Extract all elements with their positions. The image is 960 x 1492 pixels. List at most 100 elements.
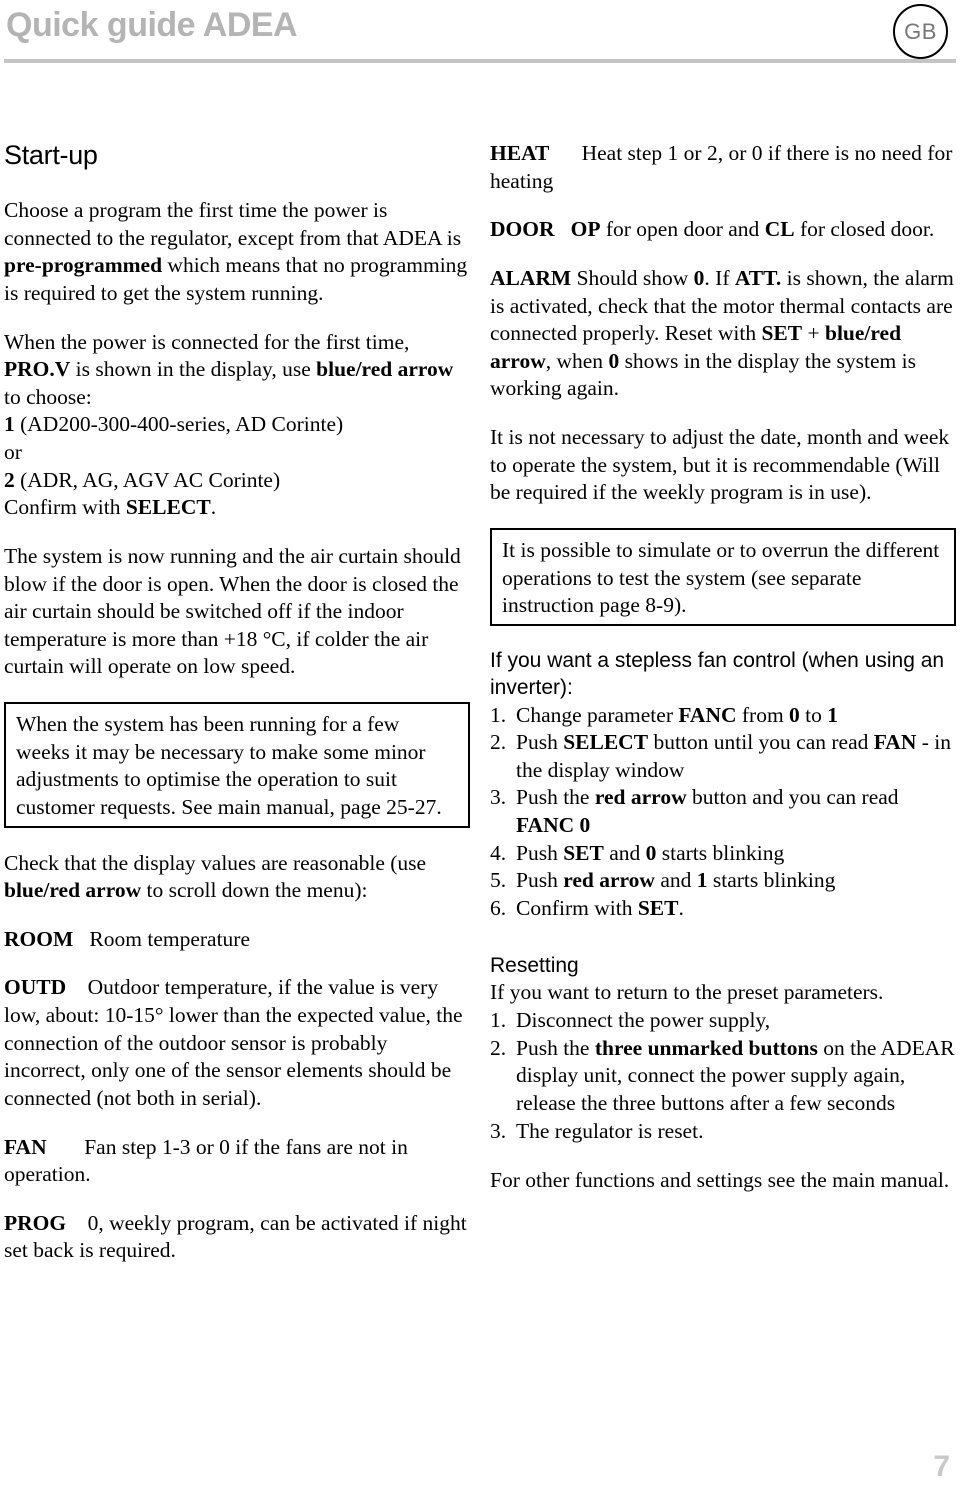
step-bold-part: 1 [696, 868, 708, 893]
step-text-part: Push [516, 868, 564, 893]
parameter-outd-description: Outdoor temperature, if the value is ver… [4, 975, 463, 1110]
step-bold-part: SET [637, 895, 679, 920]
page-header: Quick guide ADEA GB [0, 0, 960, 70]
intro-bold-1: pre-programmed [4, 253, 163, 278]
alarm-text-5: , when [545, 348, 609, 373]
list-item: 3. The regulator is reset. [490, 1118, 956, 1146]
step-bold-part: SET [563, 840, 604, 865]
subsection-heading-stepless-fan: If you want a stepless fan control (when… [490, 648, 945, 699]
step-text-part: from [736, 702, 790, 727]
intro-paragraph: Choose a program the first time the powe… [4, 197, 470, 308]
option-1-line: 1 (AD200-300-400-series, AD Corinte) [4, 411, 470, 439]
step-bold-part: 0 [789, 702, 800, 727]
parameter-room: ROOM Room temperature [4, 926, 470, 954]
parameter-heat-code: HEAT [490, 141, 550, 165]
parameter-fan-description: Fan step 1-3 or 0 if the fans are not in… [4, 1134, 408, 1187]
list-item: 4. Push SET and 0 starts blinking [490, 840, 956, 868]
parameter-outd: OUTD Outdoor temperature, if the value i… [4, 974, 470, 1112]
list-item: 5. Push red arrow and 1 starts blinking [490, 867, 956, 895]
step-text-part: . [678, 895, 684, 920]
running-paragraph: The system is now running and the air cu… [4, 543, 461, 679]
power-bold-arrow: blue/red arrow [316, 357, 454, 382]
language-badge: GB [893, 4, 948, 59]
section-heading-start-up: Start-up [4, 140, 98, 170]
parameter-door-bold-cl: CL [764, 217, 795, 242]
parameter-door-end: for closed door. [794, 217, 935, 242]
check-text-1: Check that the display values are reason… [4, 850, 427, 875]
parameter-prog: PROG 0, weekly program, can be activated… [4, 1210, 470, 1265]
resetting-steps: 1. Disconnect the power supply, 2. Push … [490, 1007, 956, 1145]
alarm-bold-set: SET [761, 321, 803, 346]
check-bold-arrow: blue/red arrow [4, 878, 142, 903]
step-bold-part: 0 [645, 840, 657, 865]
parameter-room-description: Room temperature [89, 926, 251, 951]
parameter-fan-code: FAN [4, 1134, 47, 1159]
step-number: 3. [490, 1118, 507, 1143]
step-text-part: button and you can read [686, 785, 899, 810]
alarm-text-4: + [802, 321, 825, 346]
step-text: The regulator is reset. [516, 1118, 956, 1146]
check-values-paragraph: Check that the display values are reason… [4, 850, 470, 905]
parameter-door-mid: for open door and [600, 217, 765, 242]
option-2-text: (ADR, AG, AGV AC Corinte) [14, 467, 281, 492]
parameter-alarm-code: ALARM [490, 265, 572, 290]
step-number: 1. [490, 1008, 507, 1032]
step-text-part: button until you can read [648, 730, 874, 755]
page-number: 7 [933, 1450, 950, 1483]
parameter-prog-description: 0, weekly program, can be activated if n… [4, 1210, 467, 1263]
confirm-text: Confirm with [4, 495, 126, 520]
step-text: Push red arrow and 1 starts blinking [516, 867, 956, 895]
step-text-part: starts blinking [656, 840, 785, 865]
step-text-part: to [799, 702, 828, 727]
left-column: Start-up Choose a program the first time… [4, 140, 470, 1286]
page-title: Quick guide ADEA [6, 6, 298, 44]
parameter-outd-code: OUTD [4, 975, 67, 1000]
subsection-heading-resetting: Resetting [490, 953, 579, 977]
confirm-bold-select: SELECT [125, 495, 211, 520]
step-text: Change parameter FANC from 0 to 1 [516, 702, 956, 730]
list-item: 3. Push the red arrow button and you can… [490, 784, 956, 839]
language-badge-label: GB [904, 18, 937, 44]
step-number: 4. [490, 840, 507, 865]
step-text-part: Push [516, 840, 564, 865]
step-text: Push SELECT button until you can read FA… [516, 729, 956, 784]
parameter-alarm: ALARM Should show 0. If ATT. is shown, t… [490, 265, 956, 403]
option-1-number: 1 [4, 412, 15, 437]
list-item: 2. Push the three unmarked buttons on th… [490, 1035, 956, 1118]
parameter-fan: FAN Fan step 1-3 or 0 if the fans are no… [4, 1134, 470, 1189]
right-column: HEAT Heat step 1 or 2, or 0 if there is … [490, 140, 956, 1216]
step-number: 1. [490, 702, 507, 727]
step-bold-part: FAN [873, 730, 917, 755]
power-paragraph: When the power is connected for the firs… [4, 329, 470, 412]
step-text-part: and [603, 840, 646, 865]
power-text-1: When the power is connected for the firs… [4, 329, 410, 354]
parameter-heat-description: Heat step 1 or 2, or 0 if there is no ne… [490, 141, 953, 193]
step-text: Push the red arrow button and you can re… [516, 784, 956, 839]
step-number: 5. [490, 868, 507, 893]
step-number: 6. [490, 895, 507, 920]
power-text-2: is shown in the display, use [70, 357, 317, 382]
step-bold-part: FANC [678, 702, 737, 727]
step-text: Push SET and 0 starts blinking [516, 840, 956, 868]
power-bold-prov: PRO.V [4, 357, 71, 382]
step-text: Push the three unmarked buttons on the A… [516, 1035, 956, 1118]
alarm-text-1: Should show [571, 265, 694, 290]
parameter-heat: HEAT Heat step 1 or 2, or 0 if there is … [490, 140, 956, 195]
boxed-note-right-text: It is possible to simulate or to overrun… [502, 537, 940, 618]
step-bold-part: FANC [516, 813, 575, 837]
step-bold-part: 0 [579, 813, 591, 837]
step-bold-part: 1 [827, 702, 839, 727]
boxed-note-right: It is possible to simulate or to overrun… [490, 527, 956, 626]
list-item: 1. Change parameter FANC from 0 to 1 [490, 702, 956, 730]
step-bold-part: red arrow [594, 785, 687, 810]
step-text-part: Disconnect the power supply, [516, 1008, 771, 1032]
confirm-period: . [210, 495, 217, 520]
step-text: Confirm with SET. [516, 895, 956, 923]
stepless-fan-steps: 1. Change parameter FANC from 0 to 1 2. … [490, 702, 956, 923]
parameter-room-code: ROOM [4, 926, 74, 951]
option-2-number: 2 [4, 467, 15, 492]
step-number: 2. [490, 730, 507, 755]
option-or-line: or [4, 440, 22, 464]
boxed-note-left: When the system has been running for a f… [4, 702, 470, 828]
